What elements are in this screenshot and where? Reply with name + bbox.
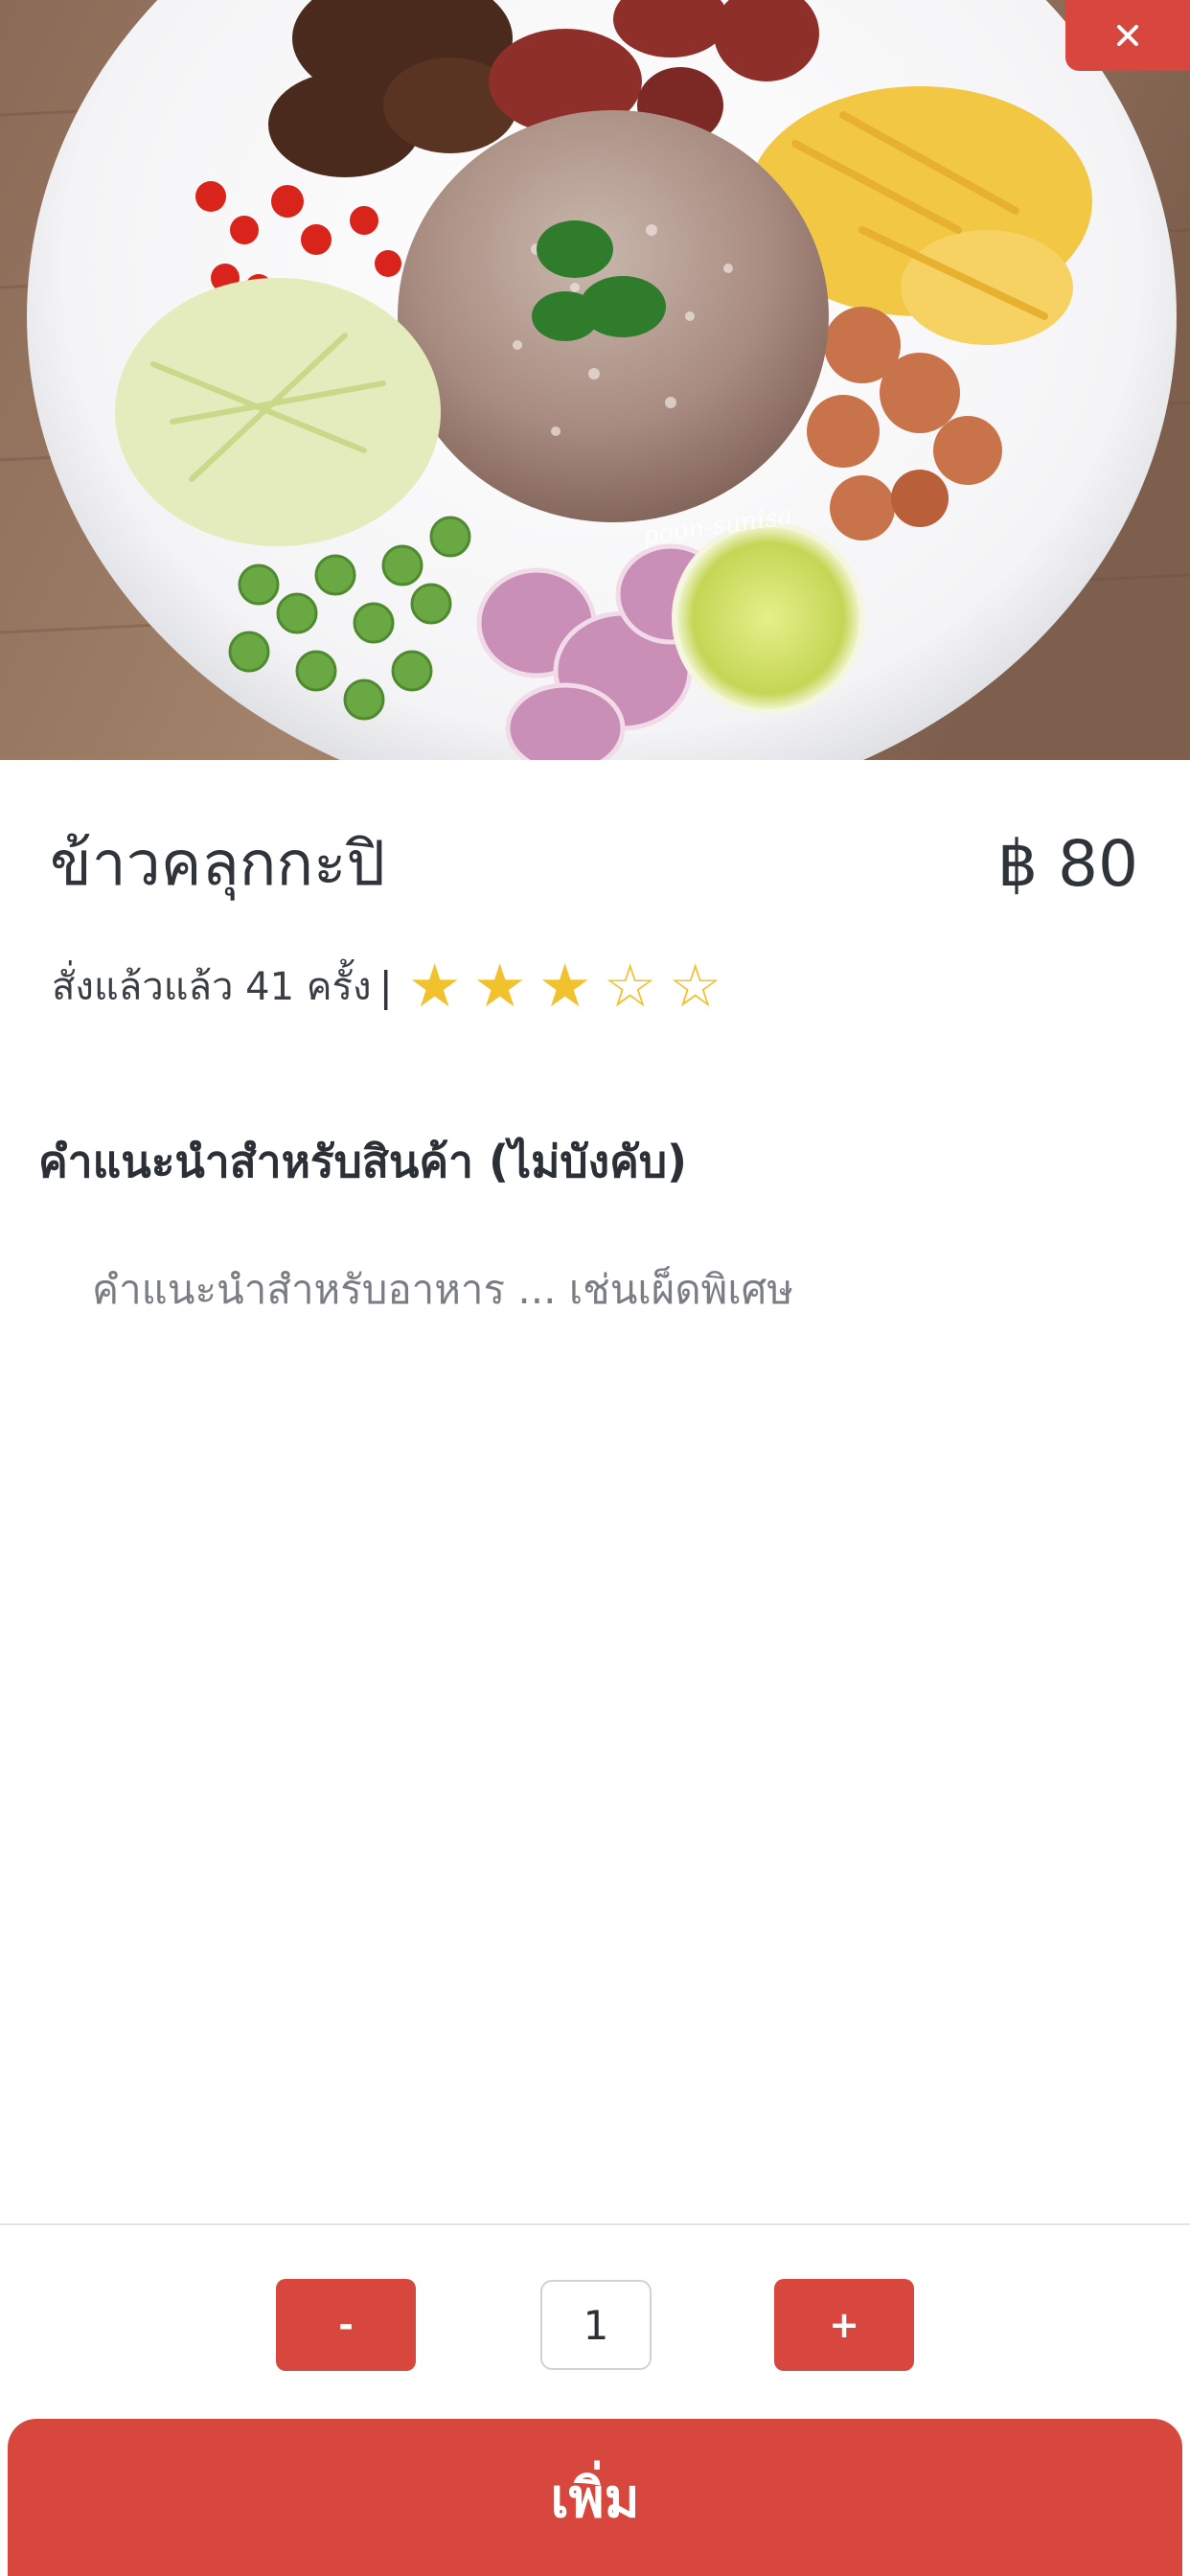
star-rating: ★ ★ ★ ☆ ☆ <box>402 956 728 1016</box>
star-empty-icon: ☆ <box>603 951 657 1021</box>
order-count: สั่งแล้วแล้ว 41 ครั้ง <box>52 965 372 1009</box>
rating-row: สั่งแล้วแล้ว 41 ครั้ง | ★ ★ ★ ☆ ☆ <box>52 953 728 1020</box>
decrease-quantity-button[interactable]: - <box>276 2279 416 2371</box>
product-image: poon-sunisa <box>0 0 1190 760</box>
quantity-stepper: - 1 + <box>0 2279 1190 2371</box>
close-button[interactable] <box>1065 0 1190 71</box>
star-filled-icon: ★ <box>538 951 592 1021</box>
quantity-value: 1 <box>540 2280 652 2370</box>
add-to-cart-button[interactable]: เพิ่ม <box>8 2419 1182 2576</box>
star-empty-icon: ☆ <box>668 951 722 1021</box>
note-heading: คำแนะนำสำหรับสินค้า (ไม่บังคับ) <box>38 1136 688 1187</box>
product-price: ฿ 80 <box>997 827 1138 901</box>
star-filled-icon: ★ <box>472 951 527 1021</box>
star-filled-icon: ★ <box>407 951 462 1021</box>
product-name: ข้าวคลุกกะปิ <box>50 829 386 900</box>
separator: | <box>378 962 393 1010</box>
close-icon <box>1117 25 1138 46</box>
note-input[interactable] <box>54 1246 1136 1332</box>
divider <box>0 2223 1190 2225</box>
increase-quantity-button[interactable]: + <box>774 2279 914 2371</box>
